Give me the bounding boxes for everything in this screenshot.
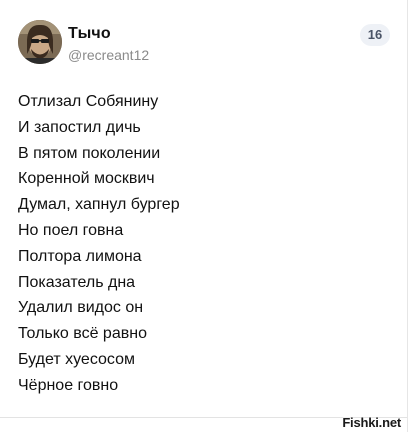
poem-line: Но поел говна <box>18 221 124 239</box>
poem-line: Отлизал Собянину <box>18 93 159 110</box>
author-name[interactable]: Тычо <box>68 25 111 43</box>
avatar[interactable] <box>18 20 62 64</box>
poem-line: Показатель дна <box>18 273 136 291</box>
poem-line: Будет хуесосом <box>18 350 135 368</box>
post-text: Отлизал Собянину И запостил дичь В пятом… <box>18 89 388 399</box>
author-handle[interactable]: @recreant12 <box>68 47 149 63</box>
avatar-image <box>18 20 62 64</box>
poem-line: Удалил видос он <box>18 299 144 317</box>
post-header: Тычо @recreant12 16 <box>18 20 390 66</box>
poem-line: Полтора лимона <box>18 247 142 265</box>
post-card: Тычо @recreant12 16 Отлизал Собянину И з… <box>0 0 408 432</box>
poem-line: Думал, хапнул бургер <box>18 196 180 214</box>
count-badge[interactable]: 16 <box>360 24 390 46</box>
watermark-logo: Fishki.net <box>342 415 401 430</box>
poem-line: В пятом поколении <box>18 144 161 162</box>
poem-line: Чёрное говно <box>18 376 119 394</box>
poem-line: Коренной москвич <box>18 170 155 188</box>
poem-line: Только всё равно <box>18 325 147 343</box>
poem-line: И запостил дичь <box>18 118 141 136</box>
